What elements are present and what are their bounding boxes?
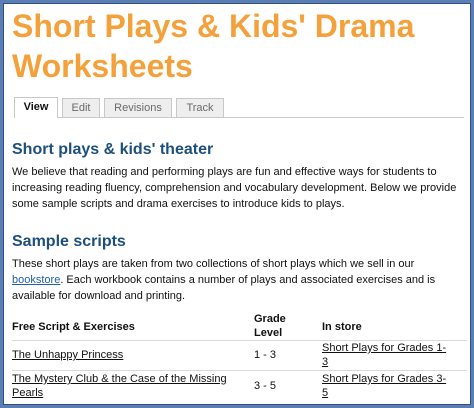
table-divider xyxy=(12,370,467,371)
tab-edit[interactable]: Edit xyxy=(62,98,100,117)
header-store: In store xyxy=(322,321,362,333)
grade-level: 3 - 5 xyxy=(254,380,277,392)
store-link[interactable]: Short Plays for Grades 3-5 xyxy=(322,372,452,400)
page-frame: Short Plays & Kids' Drama Worksheets Vie… xyxy=(3,3,471,405)
samples-heading: Sample scripts xyxy=(12,233,126,250)
samples-paragraph: These short plays are taken from two col… xyxy=(12,256,467,304)
header-script: Free Script & Exercises xyxy=(12,321,135,333)
tab-track[interactable]: Track xyxy=(176,98,224,117)
samples-text-before: These short plays are taken from two col… xyxy=(12,258,415,270)
header-grade: Grade Level xyxy=(254,313,286,339)
script-link[interactable]: The Mystery Club & the Case of the Missi… xyxy=(12,372,244,400)
page-title: Short Plays & Kids' Drama Worksheets xyxy=(12,8,415,84)
tab-bar: View Edit Revisions Track xyxy=(14,95,464,118)
store-link[interactable]: Short Plays for Grades 1-3 xyxy=(322,341,452,369)
samples-text-after: . Each workbook contains a number of pla… xyxy=(12,274,436,302)
intro-heading: Short plays & kids' theater xyxy=(12,141,214,158)
bookstore-link[interactable]: bookstore xyxy=(12,274,60,286)
tab-revisions[interactable]: Revisions xyxy=(104,98,172,117)
script-link[interactable]: The Unhappy Princess xyxy=(12,348,242,362)
tab-view[interactable]: View xyxy=(14,97,58,118)
grade-level: 1 - 3 xyxy=(254,349,277,361)
intro-paragraph: We believe that reading and performing p… xyxy=(12,166,457,210)
